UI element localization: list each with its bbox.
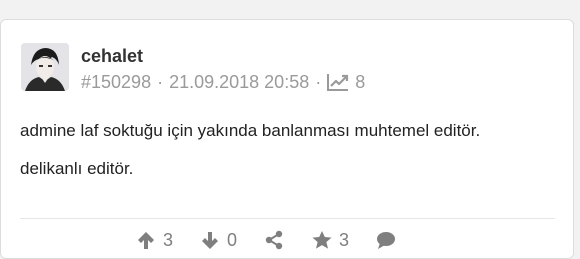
arrow-down-icon [202, 232, 219, 249]
avatar[interactable] [21, 43, 69, 91]
favorite-count: 3 [339, 229, 350, 250]
upvote-button[interactable]: 3 [135, 229, 173, 251]
star-icon [312, 231, 332, 249]
share-icon [265, 230, 283, 250]
entry-id[interactable]: #150298 [81, 71, 151, 93]
entry-subline: #150298 · 21.09.2018 20:58 · 8 [81, 71, 365, 93]
meta-separator: · [157, 72, 164, 92]
author-name[interactable]: cehalet [81, 45, 365, 67]
upvote-count: 3 [163, 229, 174, 250]
comment-icon [377, 232, 396, 249]
comment-button[interactable] [375, 229, 397, 251]
entry-header: cehalet #150298 · 21.09.2018 20:58 · 8 [21, 43, 365, 93]
entry-meta: cehalet #150298 · 21.09.2018 20:58 · 8 [81, 43, 365, 93]
avatar-image [21, 43, 69, 91]
entry-actions: 3 0 3 [135, 229, 423, 251]
entry-datetime: 21.09.2018 20:58 [169, 72, 310, 92]
entry-paragraph: delikanlı editör. [20, 159, 134, 178]
arrow-up-icon [138, 232, 154, 249]
entry-card: cehalet #150298 · 21.09.2018 20:58 · 8 a… [0, 19, 574, 259]
entry-body: admine laf soktuğu için yakında banlanma… [20, 118, 560, 194]
favorite-button[interactable]: 3 [311, 229, 349, 251]
view-count: 8 [355, 72, 366, 92]
meta-separator: · [315, 72, 322, 92]
downvote-button[interactable]: 0 [199, 229, 237, 251]
downvote-count: 0 [227, 229, 238, 250]
share-button[interactable] [263, 229, 285, 251]
entry-paragraph: admine laf soktuğu için yakında banlanma… [20, 121, 481, 140]
actions-divider [20, 218, 555, 219]
trend-chart-icon [327, 73, 349, 91]
